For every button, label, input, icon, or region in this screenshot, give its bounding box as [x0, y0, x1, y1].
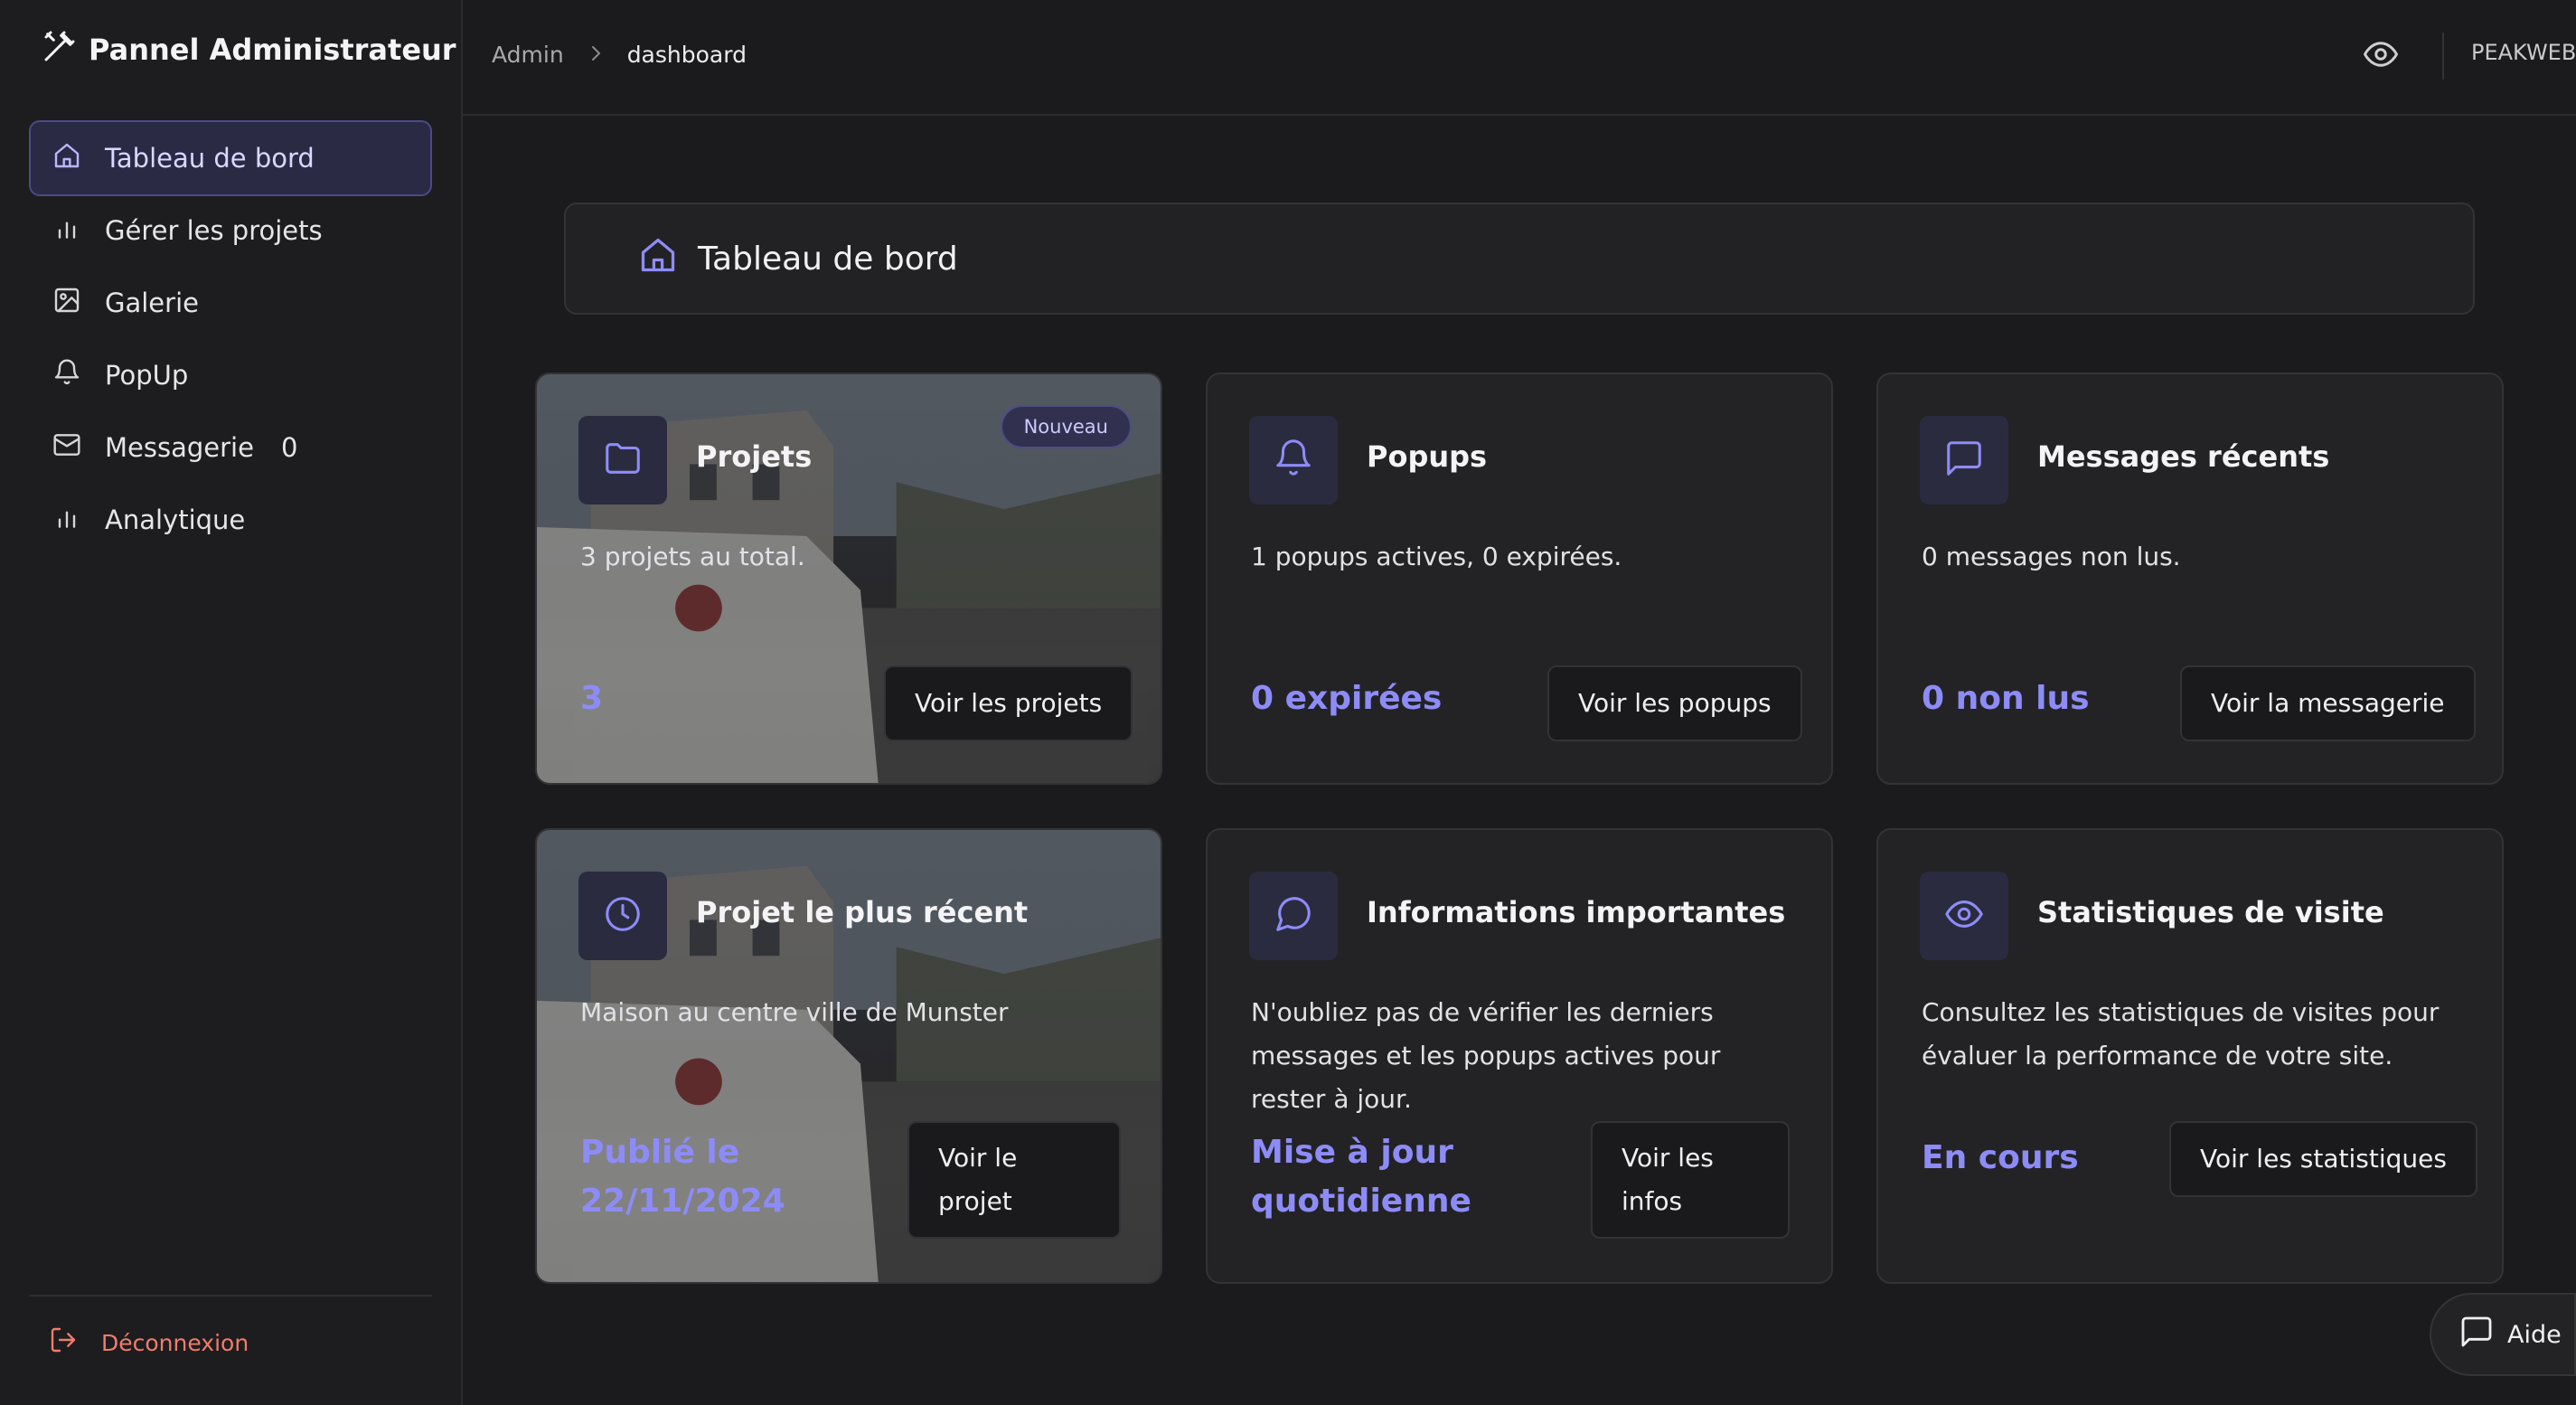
message-circle-icon — [1273, 893, 1314, 938]
breadcrumb-admin[interactable]: Admin — [492, 42, 564, 68]
home-icon — [638, 235, 678, 283]
bar-chart-icon — [52, 213, 81, 249]
breadcrumb-separator-icon — [588, 40, 604, 70]
bar-chart-icon — [52, 503, 81, 538]
sidebar-nav: Tableau de bord Gérer les projets Galeri… — [29, 120, 432, 554]
breadcrumb-current: dashboard — [626, 41, 747, 68]
image-icon — [52, 286, 81, 321]
home-icon — [52, 141, 81, 176]
sidebar-item-gallery[interactable]: Galerie — [29, 265, 432, 341]
user-name[interactable]: PEAKWEB — [2471, 40, 2576, 65]
card-description: 0 messages non lus. — [1922, 542, 2181, 571]
sidebar-divider — [29, 1295, 432, 1297]
sidebar-item-label: Tableau de bord — [105, 143, 315, 174]
brand[interactable]: Pannel Administrateur — [42, 27, 456, 72]
card-stat: Publié le 22/11/2024 — [580, 1134, 785, 1220]
card-title: Popups — [1367, 439, 1488, 474]
topbar: Admin dashboard PEAKWEB — [463, 0, 2576, 116]
logout-icon — [49, 1325, 78, 1360]
bell-icon — [52, 358, 81, 393]
card-stat: 3 — [580, 680, 604, 717]
card-icon — [578, 872, 667, 960]
view-projects-button[interactable]: Voir les projets — [884, 665, 1133, 741]
help-button[interactable]: Aide — [2430, 1293, 2576, 1376]
message-count: 0 — [280, 432, 298, 463]
topbar-divider — [2442, 33, 2444, 80]
logout-label: Déconnexion — [101, 1329, 249, 1356]
eye-icon — [2362, 35, 2400, 77]
card-title: Informations importantes — [1367, 895, 1786, 929]
sidebar-item-label: Analytique — [105, 504, 246, 535]
card-title: Projet le plus récent — [696, 895, 1029, 929]
card-stat: Mise à jour quotidienne — [1251, 1134, 1471, 1220]
sidebar-item-label: Galerie — [105, 288, 199, 318]
card-icon — [1249, 872, 1338, 960]
card-title: Statistiques de visite — [2037, 895, 2384, 929]
message-square-icon — [1943, 438, 1985, 483]
sidebar-item-label: Messagerie — [105, 432, 254, 463]
card-title: Projets — [696, 439, 813, 474]
card-stat: 0 expirées — [1251, 680, 1443, 717]
card-icon — [1249, 416, 1338, 504]
card-popups: Popups 1 popups actives, 0 expirées. 0 e… — [1206, 372, 1833, 785]
sidebar-item-analytics[interactable]: Analytique — [29, 482, 432, 558]
page-header: Tableau de bord — [564, 203, 2475, 315]
mail-icon — [52, 430, 81, 466]
view-messages-button[interactable]: Voir la messagerie — [2180, 665, 2476, 741]
sidebar-item-label: PopUp — [105, 360, 189, 391]
brand-title: Pannel Administrateur — [89, 33, 456, 67]
card-description: 3 projets au total. — [580, 542, 805, 571]
card-projects: Projets Nouveau 3 projets au total. 3 Vo… — [535, 372, 1162, 785]
card-messages: Messages récents 0 messages non lus. 0 n… — [1876, 372, 2504, 785]
sidebar-item-projects[interactable]: Gérer les projets — [29, 193, 432, 269]
card-latest-project: Projet le plus récent Maison au centre v… — [535, 828, 1162, 1284]
new-badge: Nouveau — [1000, 405, 1132, 448]
page-title: Tableau de bord — [698, 240, 958, 278]
bell-icon — [1273, 438, 1314, 483]
card-important-info: Informations importantes N'oubliez pas d… — [1206, 828, 1833, 1284]
view-stats-button[interactable]: Voir les statistiques — [2169, 1121, 2477, 1197]
view-infos-button[interactable]: Voir les infos — [1591, 1121, 1790, 1239]
view-project-button[interactable]: Voir le projet — [907, 1121, 1121, 1239]
sidebar-item-dashboard[interactable]: Tableau de bord — [29, 120, 432, 196]
card-icon — [1920, 872, 2008, 960]
hammer-wrench-icon — [42, 28, 78, 71]
sidebar: Pannel Administrateur Tableau de bord Gé… — [0, 0, 463, 1405]
card-title: Messages récents — [2037, 439, 2330, 474]
card-stat: 0 non lus — [1922, 680, 2090, 717]
sidebar-item-messaging[interactable]: Messagerie 0 — [29, 410, 432, 486]
message-square-icon — [2458, 1314, 2495, 1356]
card-icon — [1920, 416, 2008, 504]
folder-icon — [602, 438, 644, 483]
card-icon — [578, 416, 667, 504]
card-stat: En cours — [1922, 1139, 2079, 1176]
card-description: N'oubliez pas de vérifier les derniers m… — [1251, 997, 1721, 1114]
sidebar-item-label: Gérer les projets — [105, 215, 323, 246]
view-popups-button[interactable]: Voir les popups — [1547, 665, 1802, 741]
card-description: 1 popups actives, 0 expirées. — [1251, 542, 1622, 571]
logout-button[interactable]: Déconnexion — [29, 1318, 432, 1367]
preview-eye-button[interactable] — [2361, 36, 2401, 76]
help-label: Aide — [2507, 1320, 2562, 1349]
card-description: Consultez les statistiques de visites po… — [1922, 997, 2440, 1070]
eye-icon — [1943, 893, 1985, 938]
clock-icon — [602, 893, 644, 938]
breadcrumb: Admin dashboard — [492, 36, 747, 72]
card-visit-stats: Statistiques de visite Consultez les sta… — [1876, 828, 2504, 1284]
sidebar-item-popup[interactable]: PopUp — [29, 337, 432, 413]
card-description: Maison au centre ville de Munster — [580, 997, 1009, 1027]
